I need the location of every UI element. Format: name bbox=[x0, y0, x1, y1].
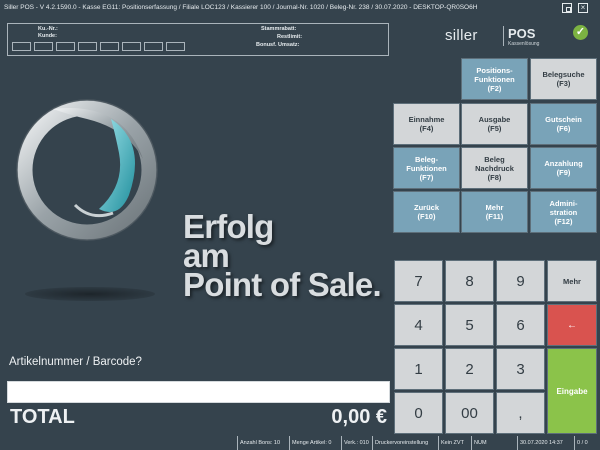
more-functions-button[interactable]: Mehr (F11) bbox=[461, 191, 528, 233]
receipt-search-button[interactable]: Belegsuche (F3) bbox=[530, 58, 597, 100]
customer-slot[interactable] bbox=[56, 42, 75, 51]
siller-swirl-logo bbox=[16, 99, 158, 241]
brand-product: POS bbox=[508, 26, 536, 41]
customer-slot[interactable] bbox=[144, 42, 163, 51]
restore-window-button[interactable] bbox=[562, 3, 572, 13]
key-0[interactable]: 0 bbox=[394, 392, 443, 434]
key-4[interactable]: 4 bbox=[394, 304, 443, 346]
key-00[interactable]: 00 bbox=[445, 392, 494, 434]
keypad-more-button[interactable]: Mehr bbox=[547, 260, 597, 302]
key-7[interactable]: 7 bbox=[394, 260, 443, 302]
customer-slot[interactable] bbox=[122, 42, 141, 51]
key-3[interactable]: 3 bbox=[496, 348, 545, 390]
customer-info-panel: Ku.-Nr.: Kunde: Stammrabatt: Restlimit: … bbox=[7, 23, 389, 56]
status-ok-icon: ✓ bbox=[573, 25, 588, 40]
expense-button[interactable]: Ausgabe (F5) bbox=[461, 103, 528, 145]
receipt-reprint-button[interactable]: Beleg Nachdruck (F8) bbox=[461, 147, 528, 189]
status-pages: 0 / 0 bbox=[574, 436, 588, 450]
customer-slot[interactable] bbox=[34, 42, 53, 51]
down-payment-button[interactable]: Anzahlung (F9) bbox=[530, 147, 597, 189]
barcode-prompt: Artikelnummer / Barcode? bbox=[9, 356, 142, 368]
backspace-button[interactable]: ← bbox=[547, 304, 597, 346]
customer-name-label: Kunde: bbox=[38, 33, 57, 39]
slogan-line: Point of Sale. bbox=[183, 266, 382, 303]
status-bon-count: Anzahl Bons: 10 bbox=[237, 436, 280, 450]
status-item-count: Menge Artikel: 0 bbox=[289, 436, 331, 450]
customer-slot[interactable] bbox=[78, 42, 97, 51]
key-9[interactable]: 9 bbox=[496, 260, 545, 302]
window-title: Siller POS - V 4.2.1590.0 - Kasse EG11: … bbox=[0, 0, 600, 16]
total-amount: 0,00 € bbox=[331, 406, 387, 428]
customer-number-label: Ku.-Nr.: bbox=[38, 26, 58, 32]
brand-tagline: Kassenlösung bbox=[508, 41, 540, 47]
status-num: NUM bbox=[471, 436, 487, 450]
key-6[interactable]: 6 bbox=[496, 304, 545, 346]
status-zvt: Kein ZVT bbox=[438, 436, 464, 450]
back-button[interactable]: Zurück (F10) bbox=[393, 191, 460, 233]
stammrabatt-label: Stammrabatt: bbox=[261, 26, 297, 32]
customer-number-slots[interactable] bbox=[12, 42, 185, 51]
total-label: TOTAL bbox=[10, 406, 75, 428]
restlimit-label: Restlimit: bbox=[277, 34, 303, 40]
customer-slot[interactable] bbox=[166, 42, 185, 51]
administration-button[interactable]: Admini- stration (F12) bbox=[530, 191, 597, 233]
key-8[interactable]: 8 bbox=[445, 260, 494, 302]
close-window-button[interactable]: × bbox=[578, 3, 588, 13]
key-1[interactable]: 1 bbox=[394, 348, 443, 390]
positions-functions-button[interactable]: Positions- Funktionen (F2) bbox=[461, 58, 528, 100]
key-comma[interactable]: , bbox=[496, 392, 545, 434]
customer-slot[interactable] bbox=[100, 42, 119, 51]
brand-divider bbox=[503, 26, 504, 46]
brand-name: siller bbox=[445, 27, 478, 44]
receipt-functions-button[interactable]: Beleg- Funktionen (F7) bbox=[393, 147, 460, 189]
brand-logo: siller POS Kassenlösung bbox=[445, 25, 560, 49]
status-bar: Anzahl Bons: 10 Menge Artikel: 0 Verk.: … bbox=[0, 436, 600, 450]
income-button[interactable]: Einnahme (F4) bbox=[393, 103, 460, 145]
customer-slot[interactable] bbox=[12, 42, 31, 51]
key-5[interactable]: 5 bbox=[445, 304, 494, 346]
voucher-button[interactable]: Gutschein (F6) bbox=[530, 103, 597, 145]
status-datetime: 30.07.2020 14:37 bbox=[517, 436, 563, 450]
key-2[interactable]: 2 bbox=[445, 348, 494, 390]
status-salesperson: Verk.: 010 bbox=[341, 436, 369, 450]
bonus-revenue-label: Bonusf. Umsatz: bbox=[256, 42, 300, 48]
status-printer: Druckervoreinstellung bbox=[372, 436, 428, 450]
logo-shadow bbox=[25, 287, 155, 301]
slogan: Erfolg am Point of Sale. bbox=[183, 210, 382, 303]
barcode-input[interactable] bbox=[7, 381, 390, 403]
enter-button[interactable]: Eingabe bbox=[547, 348, 597, 434]
